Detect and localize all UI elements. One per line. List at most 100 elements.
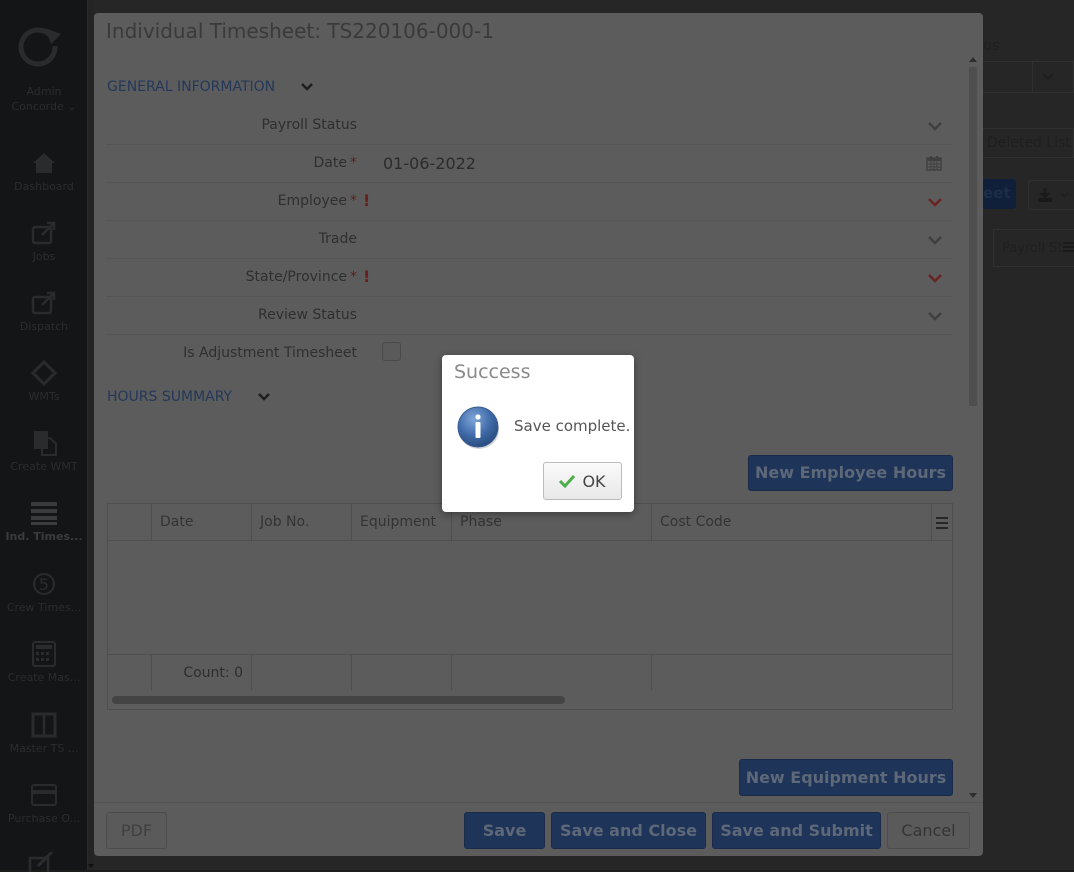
ok-button[interactable]: OK	[543, 462, 622, 500]
required-asterisk: *	[350, 269, 357, 285]
columns-icon	[31, 712, 57, 738]
new-employee-hours-button[interactable]: New Employee Hours	[748, 455, 953, 491]
modal-vertical-scrollbar[interactable]	[966, 53, 980, 802]
chevron-down-icon[interactable]	[928, 273, 942, 283]
sidebar-item-label: Jobs	[32, 250, 56, 263]
grid-column-cost-code[interactable]: Cost Code	[651, 504, 931, 540]
trade-field[interactable]: Trade	[106, 221, 952, 259]
employee-hours-grid: Date Job No. Equipment Phase Cost Code C…	[107, 503, 953, 710]
chevron-down-icon[interactable]	[928, 311, 942, 321]
column-menu-icon[interactable]	[1063, 242, 1074, 253]
sidebar-item-label: Purchase O...	[7, 812, 81, 825]
sidebar-item-wmts[interactable]: WMTs	[0, 360, 88, 403]
modal-title: Individual Timesheet: TS220106-000-1	[106, 19, 494, 43]
required-asterisk: *	[350, 193, 357, 209]
list-bars-icon	[31, 502, 57, 525]
sidebar-item-create-wmt[interactable]: Create WMT	[0, 430, 88, 473]
grid-column-select[interactable]	[108, 504, 151, 540]
sidebar-item-label: Master TS ...	[9, 742, 79, 755]
sidebar-item-dashboard[interactable]: Dashboard	[0, 150, 88, 193]
hours-summary-section-toggle[interactable]: HOURS SUMMARY	[107, 389, 271, 405]
scrollbar-thumb[interactable]	[969, 67, 977, 406]
payroll-status-field[interactable]: Payroll Status	[106, 107, 952, 145]
user-name-line2: Concorde	[11, 100, 64, 113]
svg-text:5: 5	[39, 575, 49, 594]
sidebar-item-master-ts[interactable]: Master TS ...	[0, 712, 88, 755]
trade-label: Trade	[318, 231, 357, 247]
save-and-submit-button[interactable]: Save and Submit	[712, 812, 881, 849]
external-link-icon	[31, 291, 56, 315]
sidebar-item-label: Dispatch	[19, 320, 69, 333]
save-and-close-button[interactable]: Save and Close	[551, 812, 706, 849]
external-link-icon	[31, 221, 56, 245]
sidebar-item-jobs[interactable]: Jobs	[0, 220, 88, 263]
employee-label: Employee *	[277, 193, 357, 209]
pdf-button[interactable]: PDF	[106, 812, 167, 849]
general-information-section-toggle[interactable]: GENERAL INFORMATION	[107, 79, 314, 95]
sidebar-item-label: Ind. Times...	[5, 530, 83, 543]
sidebar-item-label: Create WMT	[10, 460, 78, 473]
grid-column-menu-icon[interactable]	[931, 504, 952, 541]
chevron-down-icon: ⌄	[67, 100, 77, 113]
success-dialog: Success Save complete. OK	[442, 355, 634, 512]
sidebar-item-dispatch[interactable]: Dispatch	[0, 290, 88, 333]
sidebar-item-label: Crew Times...	[6, 601, 82, 614]
calendar-icon[interactable]	[926, 155, 942, 171]
grid-column-job-no[interactable]: Job No.	[251, 504, 351, 540]
new-equipment-hours-button[interactable]: New Equipment Hours	[739, 759, 953, 796]
sidebar-item-label: Create Mas...	[7, 671, 81, 684]
scroll-up-arrow-icon[interactable]	[969, 57, 977, 62]
grid-column-payroll-status[interactable]: Payroll St	[993, 229, 1074, 267]
status-filter-label: us	[983, 38, 1000, 54]
sidebar-item-crew-timesheets[interactable]: 5 Crew Times...	[0, 571, 88, 614]
date-value[interactable]: 01-06-2022	[383, 154, 476, 173]
credit-card-icon	[31, 784, 57, 806]
deleted-list-button[interactable]: Deleted List	[979, 128, 1074, 158]
chevron-down-icon[interactable]	[928, 235, 942, 245]
chevron-down-icon[interactable]	[928, 121, 942, 131]
review-status-field[interactable]: Review Status	[106, 297, 952, 335]
date-field[interactable]: Date * 01-06-2022	[106, 145, 952, 183]
copy-document-icon	[34, 431, 57, 456]
grid-horizontal-scrollbar[interactable]	[112, 696, 565, 704]
background-page-fragment: us Deleted List eet Payroll St	[979, 0, 1074, 870]
status-filter-select[interactable]	[979, 61, 1074, 93]
dialog-title: Success	[454, 361, 531, 383]
grid-footer: Count: 0	[108, 654, 952, 691]
user-name-line1: Admin	[26, 85, 62, 98]
save-button[interactable]: Save	[464, 812, 545, 849]
download-icon	[1038, 188, 1052, 202]
cancel-button[interactable]: Cancel	[887, 812, 970, 849]
checkmark-icon	[559, 474, 576, 488]
sidebar-item-purchase-orders[interactable]: Purchase O...	[0, 782, 88, 825]
employee-field[interactable]: Employee * !	[106, 183, 952, 221]
scroll-down-arrow-icon[interactable]	[88, 864, 94, 868]
sidebar-item-create-master[interactable]: Create Mas...	[0, 641, 88, 684]
export-dropdown-button[interactable]	[1028, 180, 1074, 210]
ticket-icon	[30, 360, 58, 386]
date-label: Date *	[313, 155, 357, 171]
validation-warning-icon: !	[363, 267, 371, 286]
home-icon	[33, 153, 55, 173]
edit-icon	[28, 852, 54, 872]
validation-warning-icon: !	[363, 191, 371, 210]
state-province-label: State/Province *	[245, 269, 357, 285]
sidebar-item-label: Dashboard	[14, 180, 74, 193]
user-menu[interactable]: Admin Concorde ⌄	[0, 84, 88, 114]
state-province-field[interactable]: State/Province * !	[106, 259, 952, 297]
info-icon	[457, 406, 499, 449]
chevron-down-icon	[301, 83, 314, 91]
modal-footer: PDF Save Save and Close Save and Submit …	[94, 802, 983, 856]
sidebar-item-ind-timesheets[interactable]: Ind. Times...	[0, 500, 88, 543]
ok-button-label: OK	[582, 471, 606, 491]
chevron-down-icon[interactable]	[928, 197, 942, 207]
is-adjustment-checkbox[interactable]	[382, 342, 401, 361]
new-timesheet-button[interactable]: eet	[979, 179, 1016, 209]
grid-column-date[interactable]: Date	[151, 504, 251, 540]
section-title: HOURS SUMMARY	[107, 389, 233, 405]
grid-column-equipment[interactable]: Equipment	[351, 504, 451, 540]
chevron-down-icon	[1042, 73, 1054, 81]
scroll-down-arrow-icon[interactable]	[969, 793, 977, 798]
app-logo-icon	[18, 27, 61, 67]
required-asterisk: *	[350, 155, 357, 171]
